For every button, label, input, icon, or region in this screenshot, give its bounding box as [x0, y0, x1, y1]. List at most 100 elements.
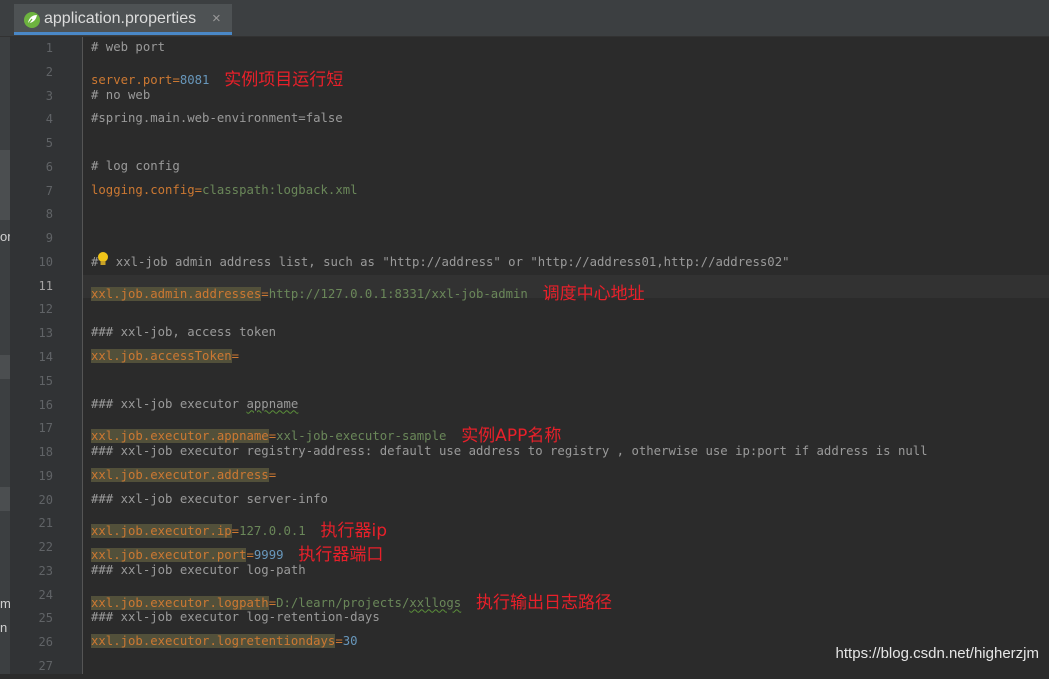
left-strip-panel: [0, 150, 10, 220]
code-line[interactable]: 5: [46, 132, 1049, 156]
left-tool-strip: or m n: [0, 37, 10, 674]
equals-sign: =: [231, 349, 240, 363]
line-number: 4: [45, 112, 53, 127]
line-number: 16: [38, 397, 53, 412]
left-strip-cut-label-2: m: [0, 596, 10, 611]
comment-text: ### xxl-job executor registry-address: d…: [91, 444, 928, 459]
line-number: 21: [38, 516, 53, 531]
code-line[interactable]: 23 ### xxl-job executor log-path: [39, 560, 1049, 584]
equals-sign: =: [268, 467, 277, 482]
code-line[interactable]: 2 server.port=8081 实例项目运行短: [46, 61, 1049, 90]
left-strip-cut-label-1: or: [0, 229, 10, 244]
line-number: 27: [38, 659, 53, 674]
line-number: 5: [45, 136, 53, 151]
code-line[interactable]: 11 xxl.job.admin.addresses=http://127.0.0…: [39, 274, 1049, 304]
code-line[interactable]: 24 xxl.job.executor.logpath=D:/learn/proj…: [39, 584, 1049, 613]
code-line[interactable]: 1 # web port: [46, 37, 1049, 61]
line-number: 2: [45, 64, 53, 79]
line-number: 22: [38, 540, 53, 555]
code-line[interactable]: 6 # log config: [46, 156, 1049, 180]
left-strip-cut-label-3: n: [0, 620, 8, 635]
line-number: 17: [38, 421, 53, 436]
comment-text: xxl-job admin address list, such as "htt…: [108, 254, 790, 269]
code-text: ### xxl-job executor server-info: [91, 492, 328, 506]
code-line[interactable]: 8: [46, 203, 1049, 227]
line-number: 10: [38, 254, 53, 269]
spellcheck-word: appname: [246, 396, 299, 411]
code-text: xxl.job.accessToken=: [91, 349, 239, 363]
comment-text: # web port: [91, 40, 166, 54]
code-line[interactable]: 9: [46, 227, 1049, 251]
code-line[interactable]: 16 ### xxl-job executor appname: [39, 394, 1049, 418]
code-text: ### xxl-job executor registry-address: d…: [91, 444, 928, 458]
line-number: 18: [38, 445, 53, 460]
code-text: xxl.job.executor.address=: [91, 467, 277, 482]
line-number: 12: [38, 302, 53, 317]
code-editor[interactable]: 1 # web port 2 server.port=8081 实例项目运行短 3 # n…: [39, 37, 1049, 674]
code-line[interactable]: 25 ### xxl-job executor log-retention-day…: [39, 607, 1049, 631]
code-text: # no web: [91, 88, 150, 102]
file-tab[interactable]: application.properties ×: [14, 4, 232, 35]
line-number: 6: [45, 159, 53, 174]
comment-text: # no web: [91, 87, 151, 102]
code-line[interactable]: 21 xxl.job.executor.ip=127.0.0.1 执行器ip: [39, 512, 1049, 541]
code-text: # log config: [91, 159, 180, 173]
line-number: 25: [38, 611, 53, 626]
property-key: xxl.job.executor.address: [91, 467, 269, 482]
line-number: 20: [38, 492, 53, 507]
line-number: 14: [38, 350, 53, 364]
code-line[interactable]: 3 # no web: [46, 85, 1049, 109]
code-line[interactable]: 14 xxl.job.accessToken=: [39, 346, 1049, 370]
left-strip-highlight: [0, 487, 10, 511]
line-number: 9: [45, 231, 53, 246]
code-text: ### xxl-job executor log-retention-days: [91, 610, 380, 624]
property-value: classpath:logback.xml: [202, 182, 358, 197]
code-line[interactable]: 7 logging.config=classpath:logback.xml: [46, 180, 1049, 204]
line-number: 8: [45, 207, 53, 222]
comment-text: ### xxl-job, access token: [91, 325, 277, 340]
code-line[interactable]: 15: [39, 370, 1049, 394]
comment-text: # log config: [91, 158, 180, 173]
close-tab-icon[interactable]: ×: [212, 10, 221, 27]
file-tab-title: application.properties: [44, 10, 197, 27]
comment-text: ### xxl-job executor log-retention-days: [91, 610, 380, 625]
line-number: 1: [45, 41, 53, 55]
comment-text: ### xxl-job executor log-path: [91, 562, 306, 577]
code-line[interactable]: 4 #spring.main.web-environment=false: [46, 108, 1049, 132]
line-number: 7: [45, 183, 53, 198]
code-line[interactable]: 13 ### xxl-job, access token: [39, 322, 1049, 346]
property-key: logging.config: [91, 182, 195, 197]
editor-tab-bar: application.properties ×: [0, 0, 1049, 37]
line-number: 23: [38, 563, 53, 578]
code-line[interactable]: 12: [39, 298, 1049, 322]
code-text: logging.config=classpath:logback.xml: [91, 183, 358, 197]
line-number: 19: [38, 468, 53, 483]
code-text: # xxl-job admin address list, such as "h…: [91, 251, 790, 269]
line-number: 3: [45, 88, 53, 103]
line-number: 11: [38, 278, 53, 293]
code-line[interactable]: 20 ### xxl-job executor server-info: [39, 489, 1049, 513]
code-text: ### xxl-job, access token: [91, 325, 276, 339]
code-text: # web port: [91, 40, 165, 54]
comment-text: #spring.main.web-environment=false: [91, 111, 343, 126]
line-number: 13: [38, 326, 53, 341]
lightbulb-icon[interactable]: [98, 251, 109, 267]
property-value: 30: [342, 634, 358, 649]
line-number: 24: [38, 587, 53, 602]
code-line[interactable]: 18 ### xxl-job executor registry-address:…: [39, 441, 1049, 465]
code-line[interactable]: 22 xxl.job.executor.port=9999 执行器端口: [39, 536, 1049, 565]
equals-sign: =: [194, 182, 203, 197]
code-text: #spring.main.web-environment=false: [91, 111, 343, 125]
left-strip-highlight: [0, 355, 10, 379]
comment-text: ### xxl-job executor: [91, 396, 247, 411]
comment-text: ### xxl-job executor server-info: [91, 491, 328, 506]
code-text: ### xxl-job executor appname: [91, 397, 298, 411]
line-number: 26: [38, 635, 53, 650]
code-line[interactable]: 17 xxl.job.executor.appname=xxl-job-execu…: [39, 417, 1049, 446]
watermark: https://blog.csdn.net/higherzjm: [835, 645, 1039, 662]
property-key: xxl.job.accessToken: [91, 349, 232, 363]
code-text: ### xxl-job executor log-path: [91, 563, 306, 577]
code-line[interactable]: 10 # xxl-job admin address list, such as …: [39, 251, 1049, 275]
code-line[interactable]: 19 xxl.job.executor.address=: [39, 465, 1049, 489]
spring-leaf-icon: [24, 12, 40, 28]
